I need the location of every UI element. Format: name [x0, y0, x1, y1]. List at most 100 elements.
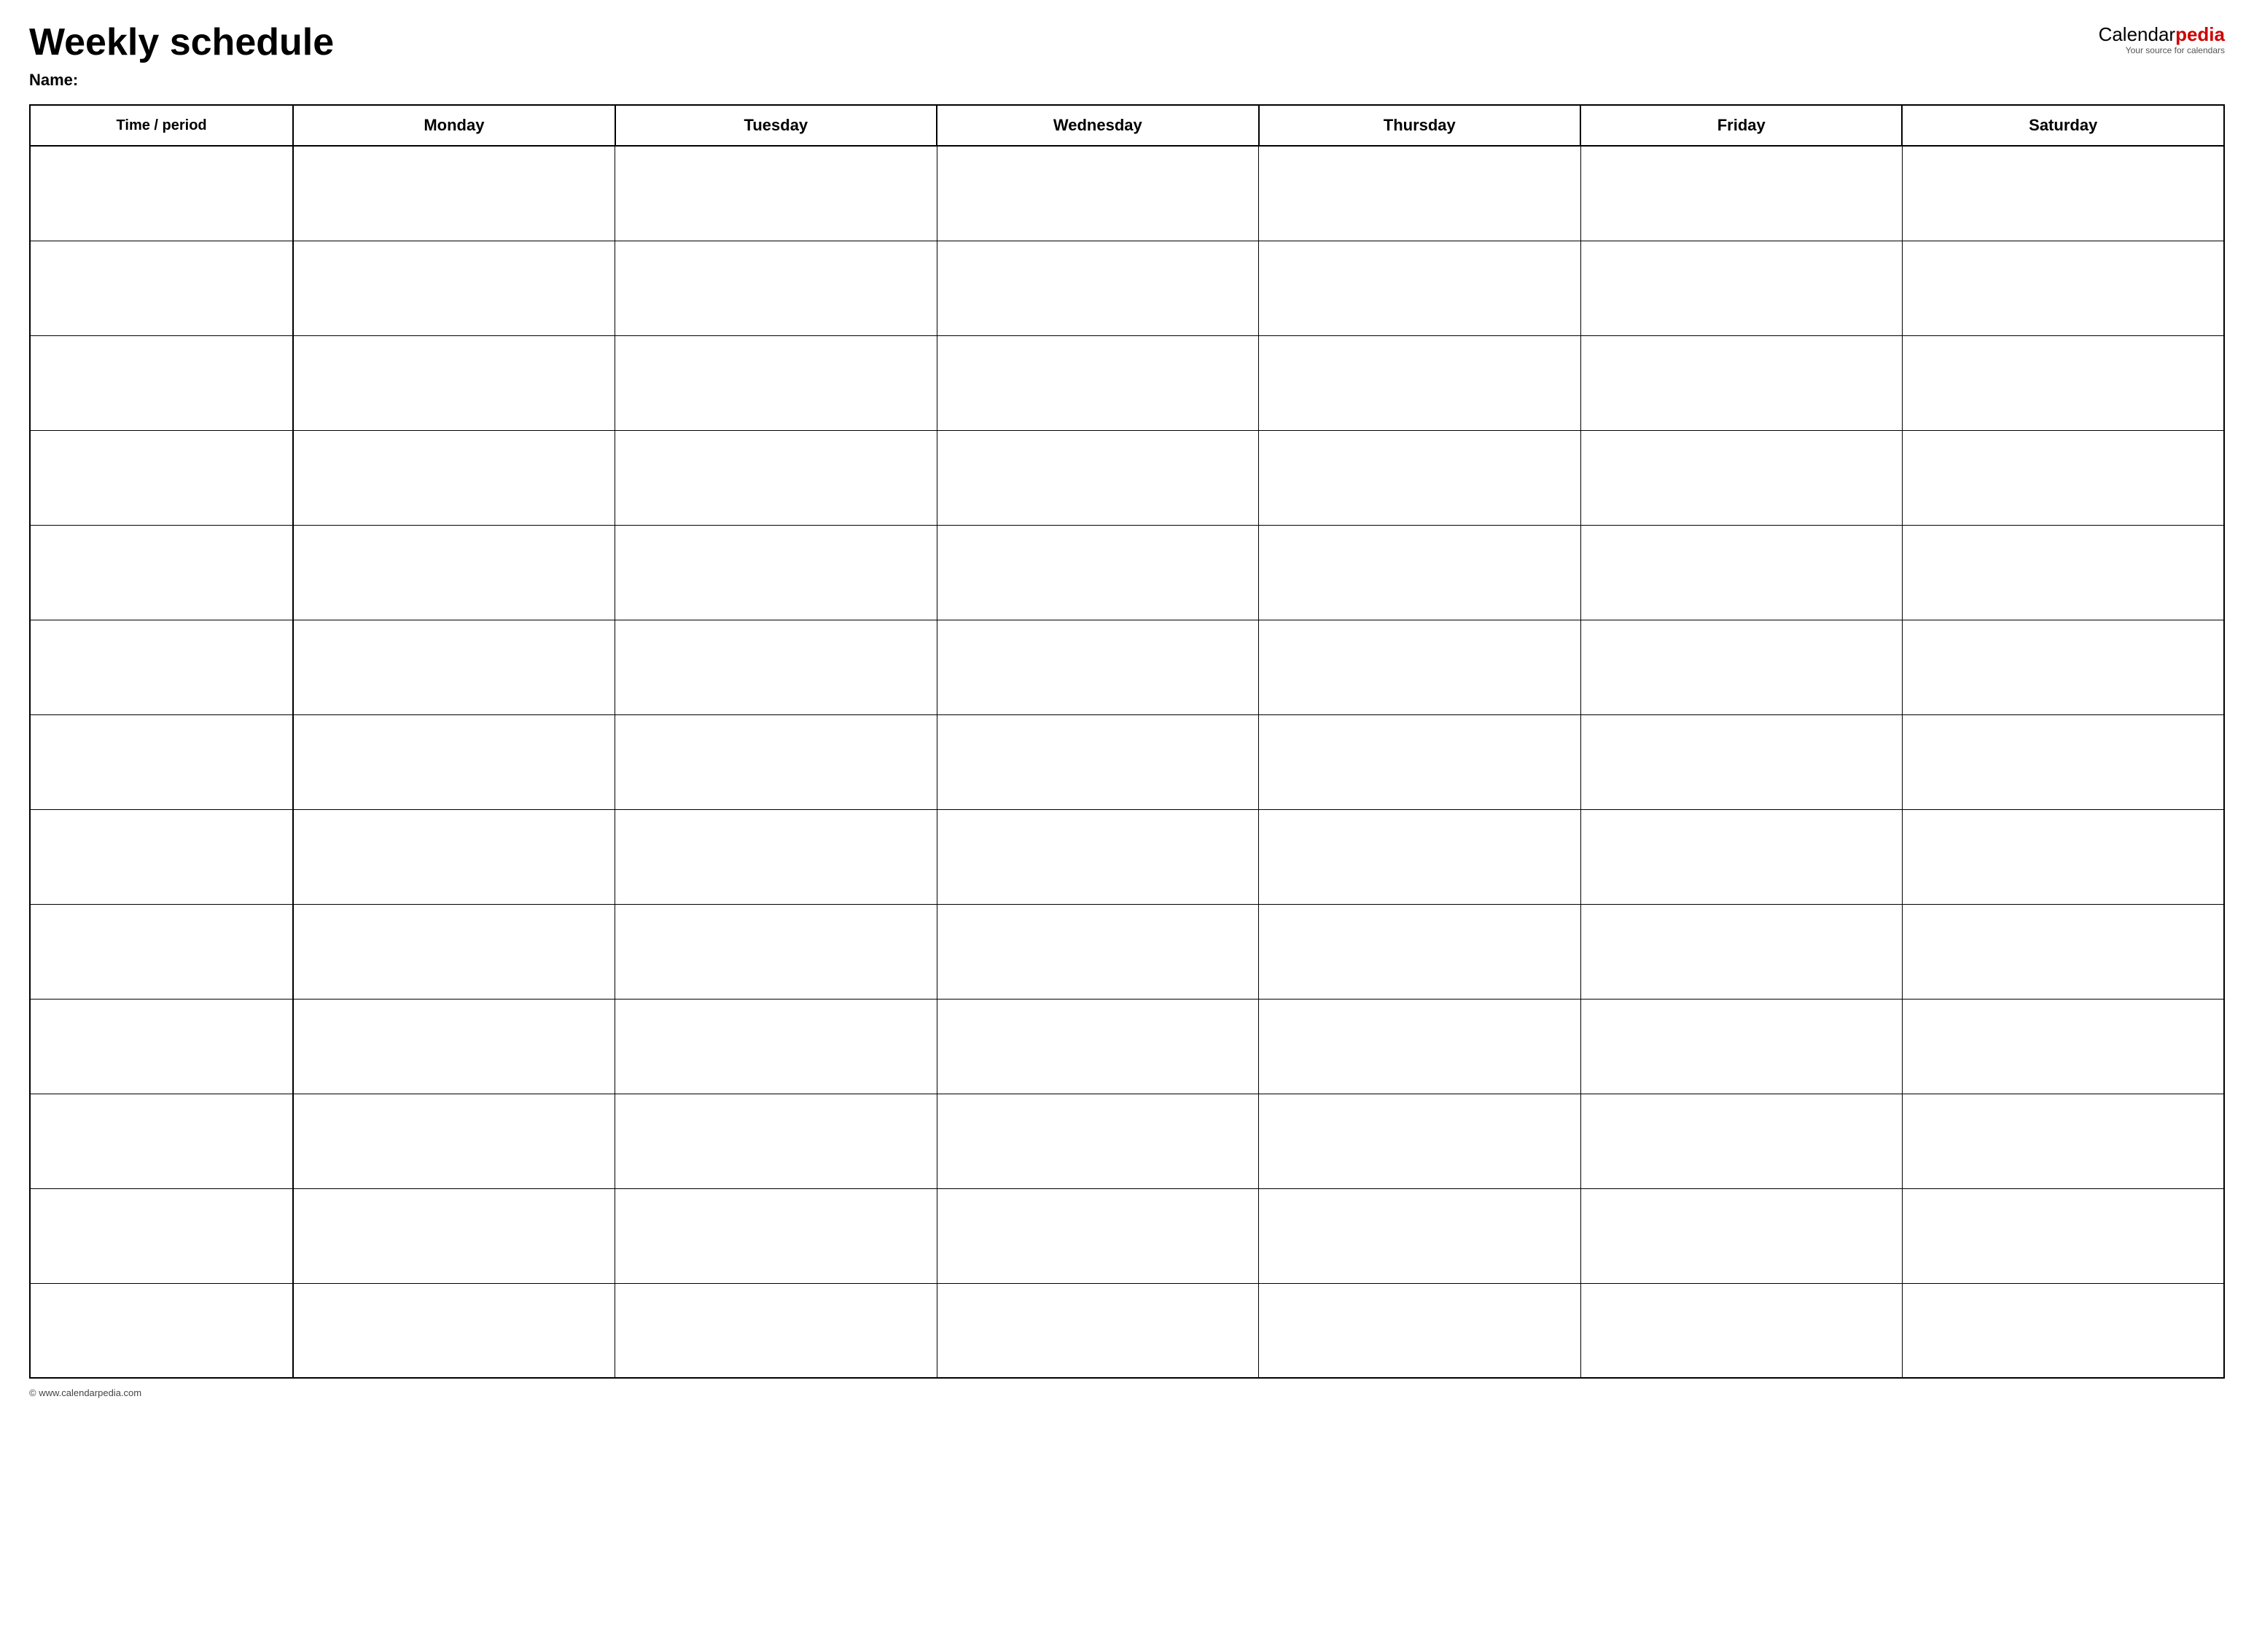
- schedule-cell[interactable]: [937, 335, 1258, 430]
- schedule-cell[interactable]: [615, 809, 937, 904]
- schedule-cell[interactable]: [615, 1094, 937, 1188]
- schedule-cell[interactable]: [293, 620, 615, 714]
- time-cell[interactable]: [30, 335, 293, 430]
- schedule-cell[interactable]: [937, 999, 1258, 1094]
- time-cell[interactable]: [30, 525, 293, 620]
- time-cell[interactable]: [30, 241, 293, 335]
- table-row: [30, 430, 2224, 525]
- schedule-cell[interactable]: [293, 430, 615, 525]
- schedule-cell[interactable]: [1259, 525, 1580, 620]
- schedule-body: [30, 146, 2224, 1378]
- schedule-cell[interactable]: [1580, 241, 1902, 335]
- schedule-cell[interactable]: [615, 1283, 937, 1378]
- schedule-cell[interactable]: [615, 714, 937, 809]
- schedule-cell[interactable]: [1580, 525, 1902, 620]
- schedule-cell[interactable]: [1580, 335, 1902, 430]
- schedule-cell[interactable]: [293, 241, 615, 335]
- schedule-cell[interactable]: [1259, 146, 1580, 241]
- table-row: [30, 1188, 2224, 1283]
- schedule-cell[interactable]: [937, 146, 1258, 241]
- time-cell[interactable]: [30, 999, 293, 1094]
- schedule-cell[interactable]: [1259, 1188, 1580, 1283]
- schedule-cell[interactable]: [1902, 620, 2224, 714]
- schedule-cell[interactable]: [293, 1094, 615, 1188]
- schedule-cell[interactable]: [937, 620, 1258, 714]
- time-cell[interactable]: [30, 430, 293, 525]
- schedule-cell[interactable]: [615, 525, 937, 620]
- schedule-cell[interactable]: [937, 430, 1258, 525]
- schedule-cell[interactable]: [615, 1188, 937, 1283]
- schedule-cell[interactable]: [1580, 430, 1902, 525]
- schedule-cell[interactable]: [1580, 904, 1902, 999]
- schedule-cell[interactable]: [293, 1283, 615, 1378]
- schedule-cell[interactable]: [1902, 904, 2224, 999]
- schedule-cell[interactable]: [1580, 999, 1902, 1094]
- schedule-cell[interactable]: [1902, 525, 2224, 620]
- schedule-cell[interactable]: [1259, 335, 1580, 430]
- schedule-cell[interactable]: [1580, 714, 1902, 809]
- schedule-cell[interactable]: [937, 809, 1258, 904]
- schedule-cell[interactable]: [937, 714, 1258, 809]
- table-row: [30, 904, 2224, 999]
- schedule-cell[interactable]: [1902, 1283, 2224, 1378]
- schedule-cell[interactable]: [1580, 809, 1902, 904]
- schedule-cell[interactable]: [1902, 146, 2224, 241]
- col-header-tuesday: Tuesday: [615, 105, 937, 146]
- schedule-cell[interactable]: [937, 525, 1258, 620]
- schedule-cell[interactable]: [1259, 809, 1580, 904]
- time-cell[interactable]: [30, 904, 293, 999]
- table-row: [30, 1094, 2224, 1188]
- time-cell[interactable]: [30, 1094, 293, 1188]
- schedule-cell[interactable]: [937, 1283, 1258, 1378]
- table-row: [30, 809, 2224, 904]
- schedule-cell[interactable]: [1902, 999, 2224, 1094]
- schedule-cell[interactable]: [293, 146, 615, 241]
- time-cell[interactable]: [30, 1283, 293, 1378]
- schedule-cell[interactable]: [293, 714, 615, 809]
- schedule-cell[interactable]: [1259, 1094, 1580, 1188]
- table-header-row: Time / period Monday Tuesday Wednesday T…: [30, 105, 2224, 146]
- schedule-cell[interactable]: [937, 1188, 1258, 1283]
- schedule-cell[interactable]: [1259, 904, 1580, 999]
- schedule-cell[interactable]: [615, 430, 937, 525]
- schedule-cell[interactable]: [1902, 809, 2224, 904]
- schedule-cell[interactable]: [1580, 1188, 1902, 1283]
- schedule-cell[interactable]: [1259, 620, 1580, 714]
- schedule-cell[interactable]: [615, 241, 937, 335]
- schedule-cell[interactable]: [615, 904, 937, 999]
- schedule-cell[interactable]: [1580, 1094, 1902, 1188]
- schedule-cell[interactable]: [293, 809, 615, 904]
- schedule-cell[interactable]: [293, 1188, 615, 1283]
- schedule-cell[interactable]: [615, 335, 937, 430]
- schedule-cell[interactable]: [1580, 146, 1902, 241]
- time-cell[interactable]: [30, 809, 293, 904]
- schedule-cell[interactable]: [937, 241, 1258, 335]
- schedule-cell[interactable]: [1902, 714, 2224, 809]
- schedule-cell[interactable]: [1259, 1283, 1580, 1378]
- schedule-cell[interactable]: [1259, 241, 1580, 335]
- schedule-cell[interactable]: [293, 999, 615, 1094]
- schedule-cell[interactable]: [615, 999, 937, 1094]
- schedule-cell[interactable]: [293, 904, 615, 999]
- schedule-cell[interactable]: [1259, 999, 1580, 1094]
- time-cell[interactable]: [30, 620, 293, 714]
- schedule-cell[interactable]: [937, 1094, 1258, 1188]
- col-header-thursday: Thursday: [1259, 105, 1580, 146]
- time-cell[interactable]: [30, 1188, 293, 1283]
- time-cell[interactable]: [30, 146, 293, 241]
- time-cell[interactable]: [30, 714, 293, 809]
- schedule-cell[interactable]: [615, 620, 937, 714]
- schedule-cell[interactable]: [1902, 430, 2224, 525]
- schedule-cell[interactable]: [1902, 241, 2224, 335]
- schedule-cell[interactable]: [293, 525, 615, 620]
- schedule-cell[interactable]: [1580, 1283, 1902, 1378]
- schedule-cell[interactable]: [937, 904, 1258, 999]
- schedule-cell[interactable]: [1259, 430, 1580, 525]
- schedule-cell[interactable]: [1259, 714, 1580, 809]
- schedule-cell[interactable]: [1902, 335, 2224, 430]
- schedule-cell[interactable]: [293, 335, 615, 430]
- schedule-cell[interactable]: [1580, 620, 1902, 714]
- schedule-cell[interactable]: [615, 146, 937, 241]
- schedule-cell[interactable]: [1902, 1188, 2224, 1283]
- schedule-cell[interactable]: [1902, 1094, 2224, 1188]
